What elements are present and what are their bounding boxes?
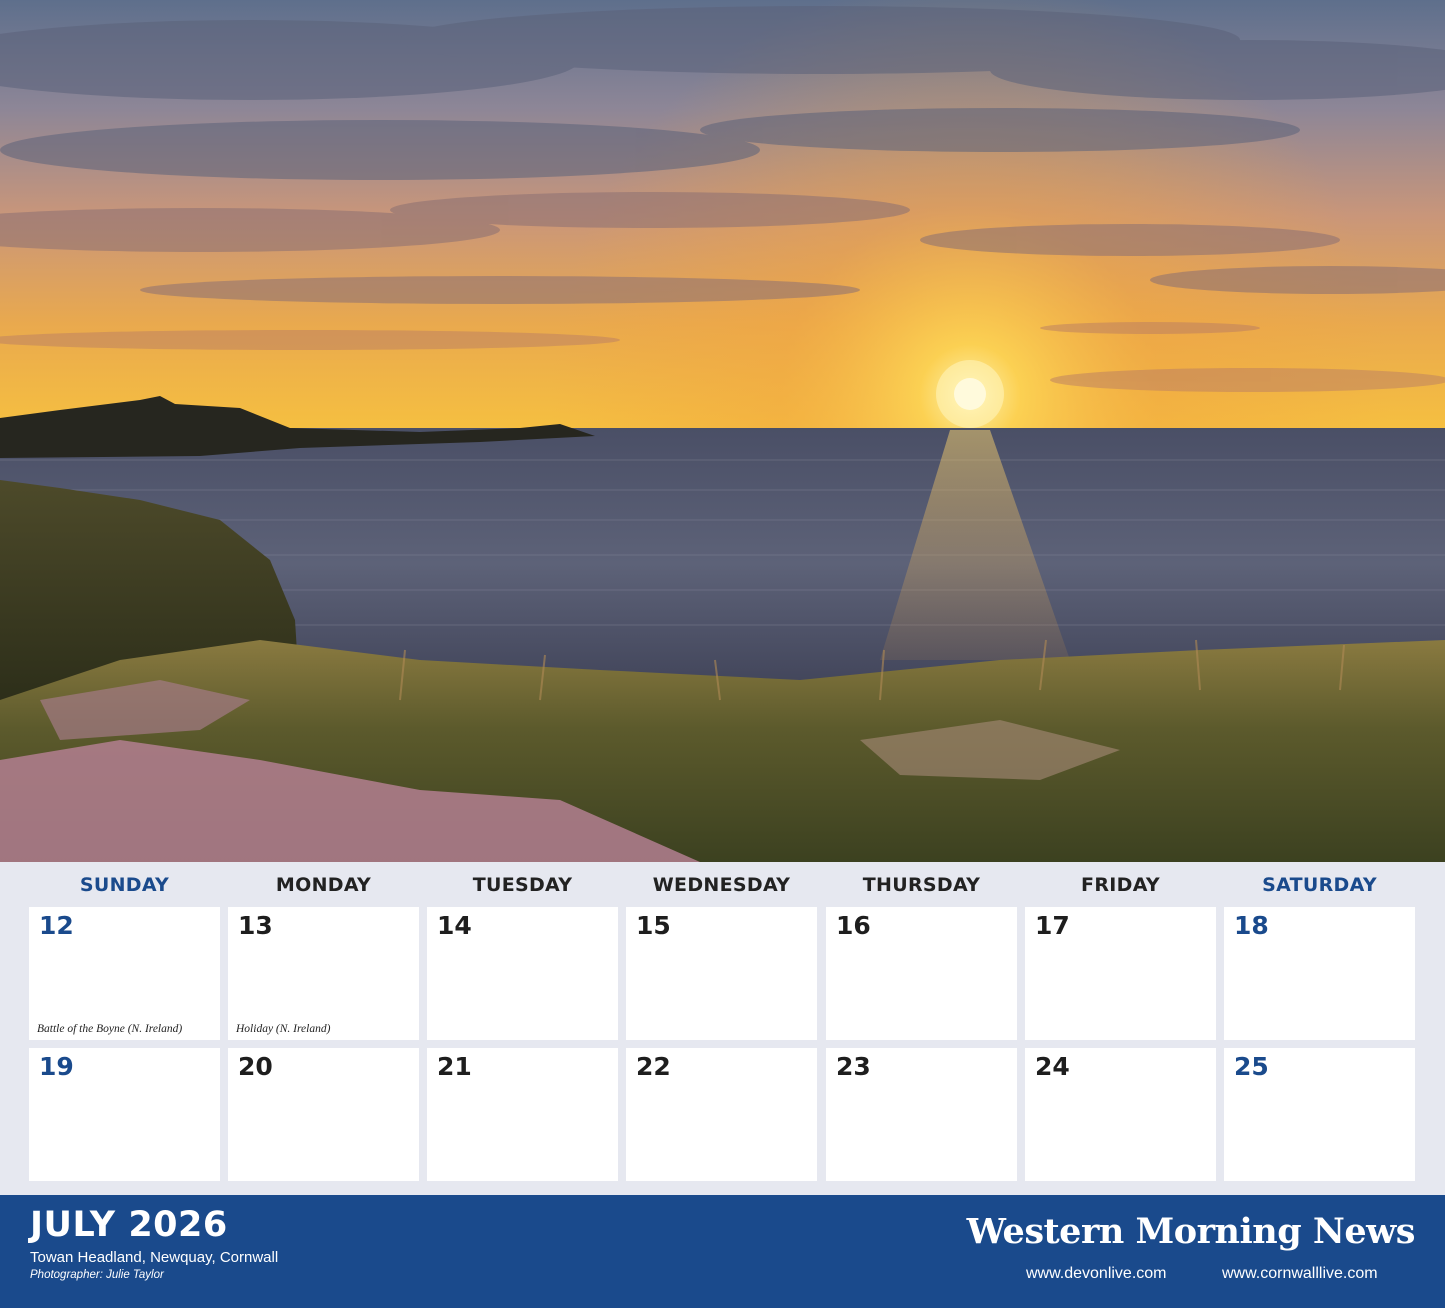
day-number: 21 [437,1052,472,1081]
day-cell: 13 Holiday (N. Ireland) [228,907,419,1040]
day-note: Holiday (N. Ireland) [236,1023,331,1035]
weekday-tuesday: TUESDAY [472,874,573,896]
weekday-friday: FRIDAY [1081,874,1160,896]
weekday-wednesday: WEDNESDAY [652,874,791,896]
day-cell: 19 [29,1048,220,1181]
day-number: 25 [1234,1052,1269,1081]
weekday-saturday: SATURDAY [1262,874,1377,896]
day-note: Battle of the Boyne (N. Ireland) [37,1023,183,1035]
day-number: 19 [39,1052,74,1081]
day-cell: 21 [427,1048,618,1181]
day-cell: 23 [826,1048,1017,1181]
cornwalllive-link[interactable]: www.cornwalllive.com [1222,1265,1378,1283]
day-cell: 15 [626,907,817,1040]
day-cell: 20 [228,1048,419,1181]
photo-credit: Photographer: Julie Taylor [30,1269,164,1281]
day-cell: 22 [626,1048,817,1181]
day-cell: 25 [1224,1048,1415,1181]
day-number: 16 [836,911,871,940]
day-number: 22 [636,1052,671,1081]
day-number: 13 [238,911,273,940]
calendar-grid: SUNDAY MONDAY TUESDAY WEDNESDAY THURSDAY… [0,862,1445,1195]
sunset-photo [0,0,1445,862]
weekday-monday: MONDAY [275,874,372,896]
day-number: 18 [1234,911,1269,940]
devonlive-link[interactable]: www.devonlive.com [1026,1265,1167,1283]
day-number: 14 [437,911,472,940]
weekday-thursday: THURSDAY [862,874,981,896]
weekday-sunday: SUNDAY [79,874,170,896]
day-cell: 17 [1025,907,1216,1040]
day-number: 23 [836,1052,871,1081]
day-number: 17 [1035,911,1070,940]
day-cell: 12 Battle of the Boyne (N. Ireland) [29,907,220,1040]
day-number: 24 [1035,1052,1070,1081]
month-title: JULY 2026 [30,1205,228,1245]
day-number: 20 [238,1052,273,1081]
day-cell: 18 [1224,907,1415,1040]
day-cell: 24 [1025,1048,1216,1181]
day-number: 15 [636,911,671,940]
brand-logo: Western Morning News [966,1211,1416,1252]
day-number: 12 [39,911,74,940]
day-cell: 14 [427,907,618,1040]
calendar-footer: JULY 2026 Towan Headland, Newquay, Cornw… [0,1195,1445,1308]
day-cell: 16 [826,907,1017,1040]
photo-location: Towan Headland, Newquay, Cornwall [30,1249,279,1266]
